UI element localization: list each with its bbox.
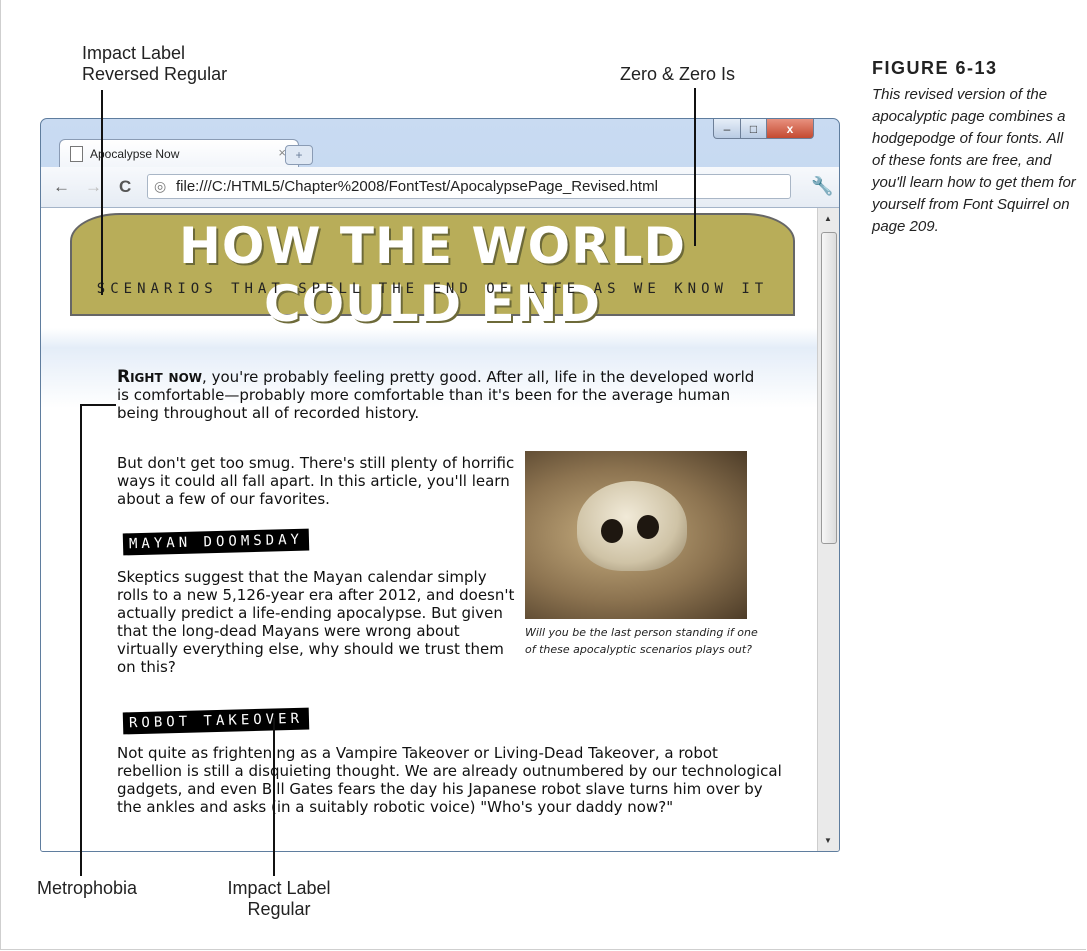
figure-label: FIGURE 6-13 bbox=[872, 58, 998, 78]
heading-mayan-doomsday: MAYAN DOOMSDAY bbox=[122, 528, 310, 556]
callout-impact-label-regular: Impact Label Regular bbox=[219, 878, 339, 920]
callout-impact-label-reversed: Impact Label Reversed Regular bbox=[82, 43, 227, 85]
back-arrow-icon[interactable]: ← bbox=[53, 177, 70, 197]
browser-tab[interactable]: Apocalypse Now × bbox=[59, 139, 299, 168]
page-icon bbox=[70, 146, 83, 162]
close-button[interactable]: x bbox=[766, 119, 814, 139]
lead-word: Right now bbox=[117, 367, 203, 387]
callout-line-2: Reversed Regular bbox=[82, 64, 228, 84]
callout-metrophobia: Metrophobia bbox=[37, 878, 138, 898]
minimize-button[interactable]: – bbox=[713, 119, 741, 139]
robot-paragraph: Not quite as frightening as a Vampire Ta… bbox=[117, 744, 782, 816]
eye-socket bbox=[601, 519, 623, 543]
banner-title: HOW THE WORLD COULD END bbox=[179, 217, 686, 333]
callout-line-1: Impact Label bbox=[227, 878, 331, 898]
wrench-icon[interactable]: 🔧 bbox=[811, 176, 833, 197]
leader-impact-reversed bbox=[101, 90, 103, 295]
scroll-thumb[interactable] bbox=[821, 232, 837, 544]
leader-zero-is bbox=[694, 88, 696, 246]
reload-icon[interactable]: C bbox=[119, 177, 131, 197]
photo-caption: Will you be the last person standing if … bbox=[525, 626, 758, 656]
intro-text: , you're probably feeling pretty good. A… bbox=[117, 368, 755, 422]
leader-metrophobia-v bbox=[80, 404, 82, 876]
vertical-scrollbar[interactable]: ▲ ▼ bbox=[817, 208, 839, 851]
forward-arrow-icon[interactable]: → bbox=[85, 177, 102, 197]
scroll-down-icon[interactable]: ▼ bbox=[824, 836, 832, 845]
second-paragraph: But don't get too smug. There's still pl… bbox=[117, 454, 515, 508]
skull-icon bbox=[577, 481, 687, 571]
leader-impact-regular bbox=[273, 718, 275, 876]
banner: HOW THE WORLD COULD END SCENARIOS THAT S… bbox=[70, 213, 795, 333]
heading-robot-takeover: ROBOT TAKEOVER bbox=[122, 707, 310, 735]
eye-socket bbox=[637, 515, 659, 539]
browser-window: Apocalypse Now × + – □ x ← → C ◎ file://… bbox=[40, 118, 840, 852]
intro-paragraph: Right now, you're probably feeling prett… bbox=[117, 368, 757, 422]
new-tab-button[interactable]: + bbox=[285, 145, 313, 165]
globe-icon: ◎ bbox=[154, 178, 167, 194]
callout-line-2: Regular bbox=[247, 899, 311, 919]
tab-title: Apocalypse Now bbox=[90, 147, 180, 161]
browser-toolbar: ← → C ◎ file:///C:/HTML5/Chapter%2008/Fo… bbox=[41, 167, 839, 208]
maximize-button[interactable]: □ bbox=[740, 119, 767, 139]
banner-subtitle: SCENARIOS THAT SPELL THE END OF LIFE AS … bbox=[96, 281, 769, 297]
url-text: file:///C:/HTML5/Chapter%2008/FontTest/A… bbox=[176, 178, 658, 195]
page-viewport: HOW THE WORLD COULD END SCENARIOS THAT S… bbox=[41, 208, 817, 851]
figure-caption: This revised version of the apocalyptic … bbox=[872, 86, 1076, 235]
scroll-up-icon[interactable]: ▲ bbox=[824, 214, 832, 223]
skull-photo bbox=[525, 451, 747, 619]
callout-line-1: Impact Label bbox=[82, 43, 186, 63]
mayan-paragraph: Skeptics suggest that the Mayan calendar… bbox=[117, 568, 515, 676]
callout-zero-and-zero-is: Zero & Zero Is bbox=[620, 64, 736, 84]
leader-metrophobia-h bbox=[80, 404, 116, 406]
